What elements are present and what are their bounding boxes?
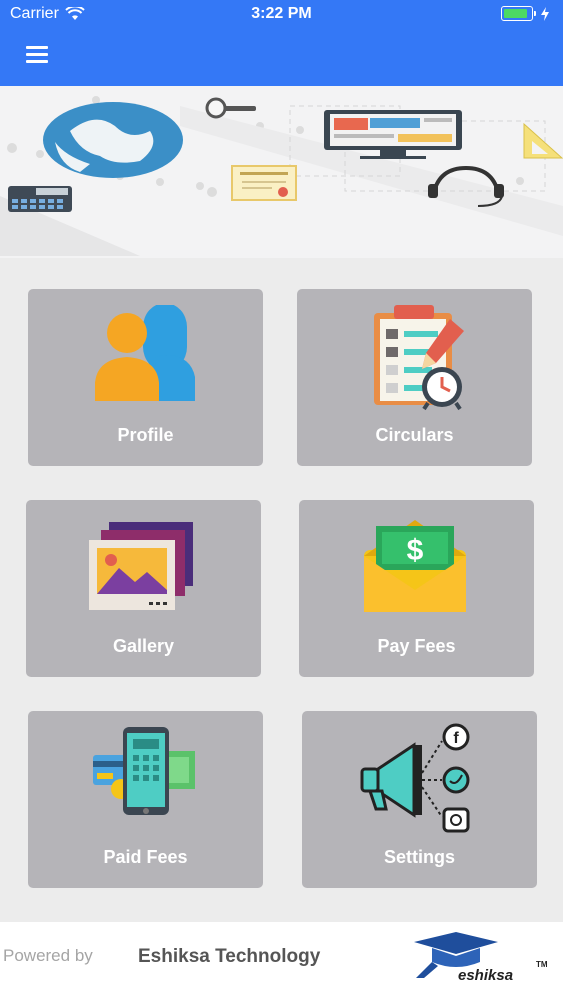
circulars-tile[interactable]: Circulars: [297, 289, 532, 466]
tile-label: Gallery: [112, 636, 175, 656]
svg-text:$: $: [406, 534, 423, 567]
logo-text: eshiksa: [458, 967, 514, 984]
profile-icon: [94, 305, 195, 401]
logo-tm: TM: [536, 960, 548, 969]
status-time: 3:22 PM: [251, 5, 312, 22]
banner-image: [0, 86, 563, 258]
tile-label: Paid Fees: [103, 847, 188, 867]
charging-icon: [541, 6, 549, 21]
paid-fees-tile[interactable]: Paid Fees: [28, 711, 263, 888]
hamburger-menu-icon[interactable]: [26, 46, 48, 64]
profile-tile[interactable]: Profile: [28, 289, 263, 466]
powered-by-label: Powered by: [3, 946, 93, 965]
eshiksa-logo: eshiksa TM: [412, 932, 552, 992]
tile-label: Pay Fees: [377, 636, 456, 656]
status-bar: Carrier 3:22 PM: [0, 0, 563, 30]
tile-label: Profile: [117, 425, 174, 445]
gallery-tile[interactable]: Gallery: [26, 500, 261, 677]
pay-fees-tile[interactable]: $ Pay Fees: [299, 500, 534, 677]
battery-icon: [501, 6, 536, 21]
footer: Powered by Eshiksa Technology eshiksa TM: [0, 922, 563, 1000]
tile-label: Circulars: [375, 425, 454, 445]
settings-icon: f: [360, 723, 469, 833]
svg-text:f: f: [453, 730, 459, 747]
company-name: Eshiksa Technology: [138, 946, 321, 967]
pay-fees-icon: $: [363, 520, 466, 612]
tile-label: Settings: [383, 847, 455, 867]
paid-fees-icon: [92, 727, 195, 815]
circulars-icon: [373, 305, 464, 411]
settings-tile[interactable]: f Settings: [302, 711, 537, 888]
gallery-icon: [88, 522, 193, 610]
